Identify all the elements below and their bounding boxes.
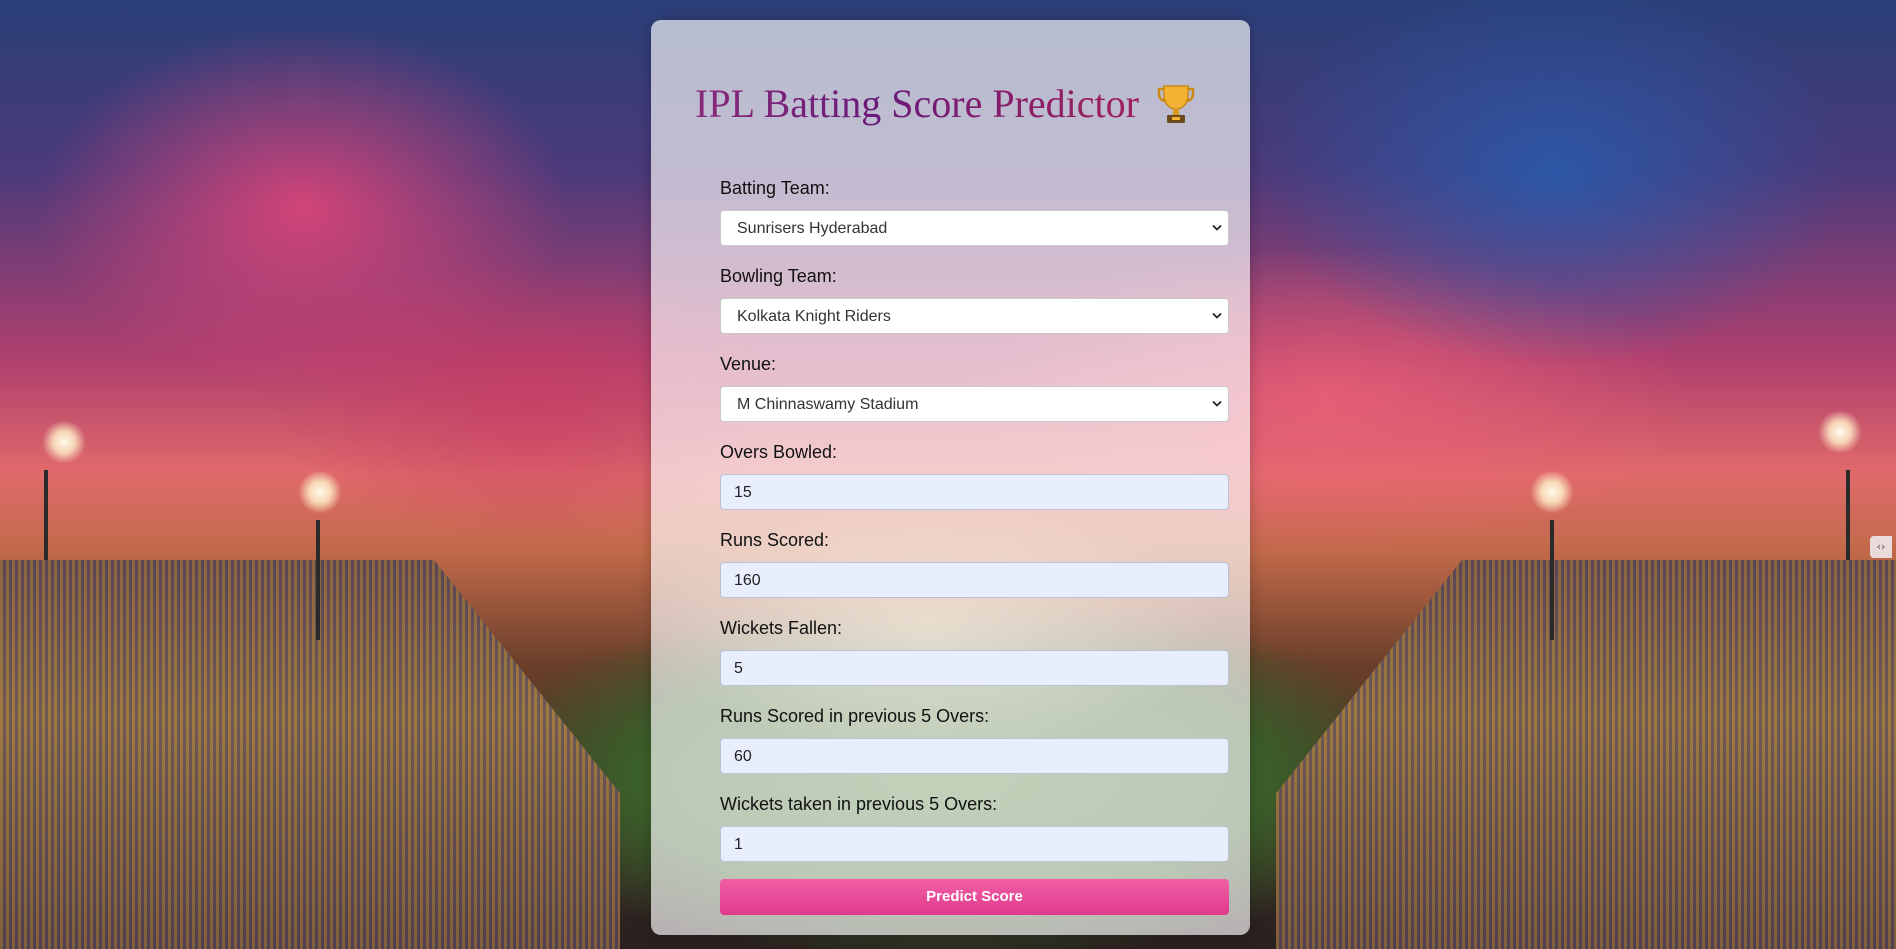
runs-scored-label: Runs Scored: — [720, 530, 830, 550]
page-title: IPL Batting Score Predictor — [695, 81, 1139, 126]
stadium-crowd-left — [0, 560, 620, 949]
wickets-fallen-label: Wickets Fallen: — [720, 618, 843, 638]
venue-value: M Chinnaswamy Stadium — [737, 396, 919, 413]
wickets-fallen-input[interactable]: 5 — [720, 650, 1229, 686]
wickets-fallen-value: 5 — [734, 660, 743, 677]
overs-bowled-input[interactable]: 15 — [720, 474, 1229, 510]
floodlight — [42, 420, 86, 464]
venue-label: Venue: — [720, 354, 777, 374]
side-panel-toggle-icon[interactable]: ‹› — [1870, 536, 1892, 558]
runs-scored-value: 160 — [734, 572, 761, 589]
floodlight — [298, 470, 342, 514]
floodlight — [1818, 410, 1862, 454]
floodlight-pole — [44, 470, 48, 560]
stadium-crowd-right — [1276, 560, 1896, 949]
runs-last-5-input[interactable]: 60 — [720, 738, 1229, 774]
batting-team-value: Sunrisers Hyderabad — [737, 220, 888, 237]
runs-scored-input[interactable]: 160 — [720, 562, 1229, 598]
floodlight — [1530, 470, 1574, 514]
bowling-team-value: Kolkata Knight Riders — [737, 308, 891, 325]
chevron-down-icon — [1212, 224, 1222, 231]
bowling-team-label: Bowling Team: — [720, 266, 837, 286]
wickets-last-5-label: Wickets taken in previous 5 Overs: — [720, 794, 998, 814]
floodlight-pole — [316, 520, 320, 640]
wickets-last-5-input[interactable]: 1 — [720, 826, 1229, 862]
trophy-icon — [1157, 85, 1195, 123]
overs-bowled-value: 15 — [734, 484, 752, 501]
bowling-team-select[interactable]: Kolkata Knight Riders — [720, 298, 1229, 334]
floodlight-pole — [1550, 520, 1554, 640]
batting-team-select[interactable]: Sunrisers Hyderabad — [720, 210, 1229, 246]
predict-score-button[interactable]: Predict Score — [720, 879, 1229, 915]
predictor-panel: IPL Batting Score Predictor Batting Team… — [651, 20, 1250, 935]
venue-select[interactable]: M Chinnaswamy Stadium — [720, 386, 1229, 422]
runs-last-5-value: 60 — [734, 748, 752, 765]
floodlight-pole — [1846, 470, 1850, 560]
wickets-last-5-value: 1 — [734, 836, 743, 853]
chevron-down-icon — [1212, 400, 1222, 407]
overs-bowled-label: Overs Bowled: — [720, 442, 838, 462]
batting-team-label: Batting Team: — [720, 178, 830, 198]
chevron-down-icon — [1212, 312, 1222, 319]
runs-last-5-label: Runs Scored in previous 5 Overs: — [720, 706, 990, 726]
